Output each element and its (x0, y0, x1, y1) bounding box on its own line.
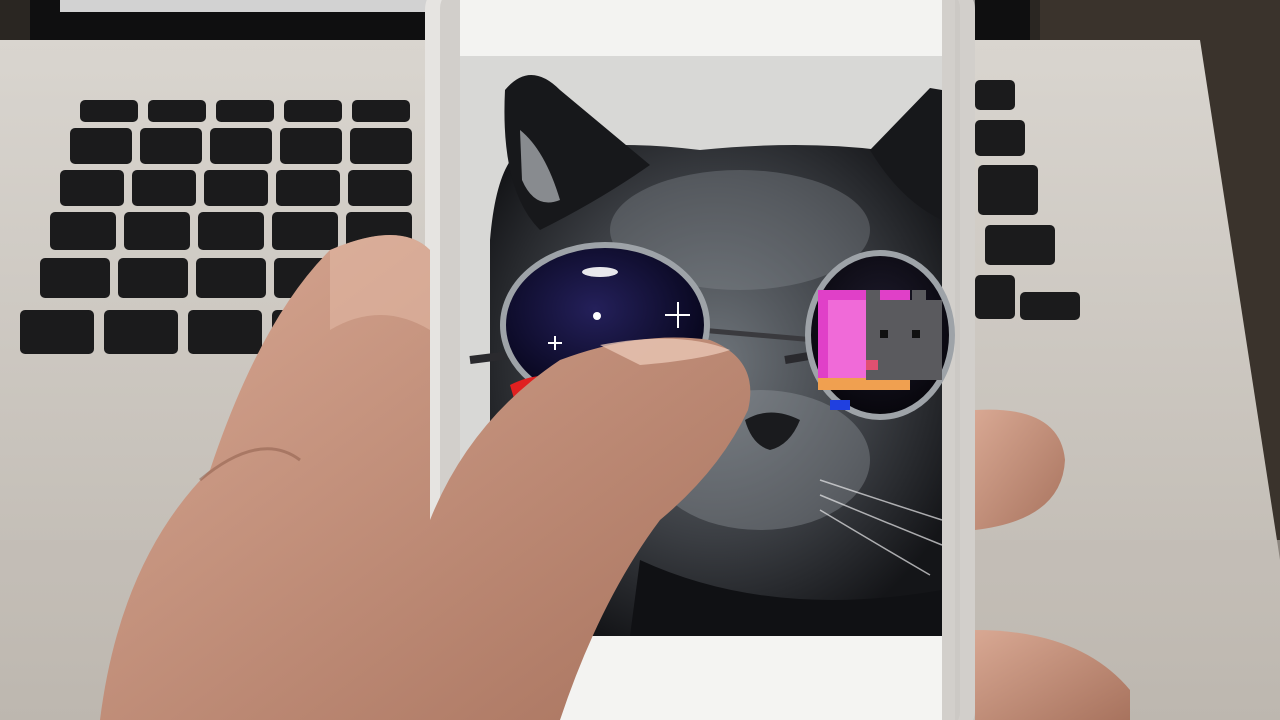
key (198, 212, 264, 250)
key (148, 100, 206, 122)
key (975, 80, 1015, 110)
key (124, 212, 190, 250)
key (352, 100, 410, 122)
key (210, 128, 272, 164)
key (975, 120, 1025, 156)
key (985, 225, 1055, 265)
key (70, 128, 132, 164)
key (118, 258, 188, 298)
key (216, 100, 274, 122)
key (196, 258, 266, 298)
key (975, 275, 1015, 319)
key (204, 170, 268, 206)
key (132, 170, 196, 206)
photo-scene (0, 0, 1280, 720)
screen-bottom (600, 636, 942, 720)
key (60, 170, 124, 206)
key (50, 212, 116, 250)
key (140, 128, 202, 164)
key (978, 165, 1038, 215)
key (280, 128, 342, 164)
key (276, 170, 340, 206)
key (104, 310, 178, 354)
key (284, 100, 342, 122)
key (40, 258, 110, 298)
key (80, 100, 138, 122)
key (1020, 292, 1080, 320)
scene-illustration (0, 0, 1280, 720)
key (188, 310, 262, 354)
key (348, 170, 412, 206)
key (20, 310, 94, 354)
key (350, 128, 412, 164)
key (272, 212, 338, 250)
